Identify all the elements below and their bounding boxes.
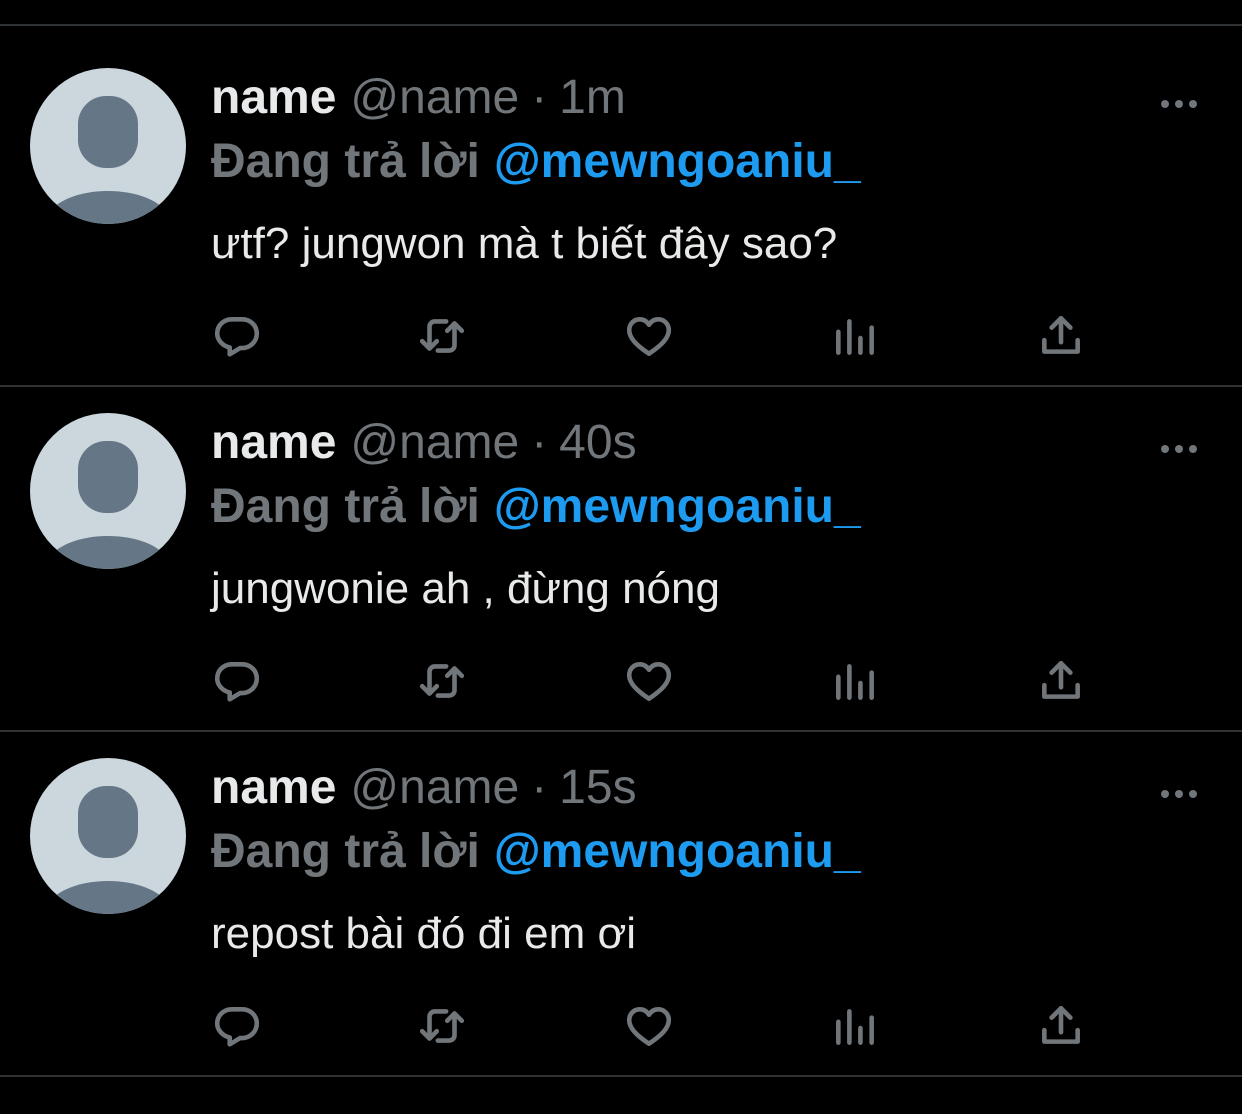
reply-icon xyxy=(214,662,260,702)
retweet-button[interactable] xyxy=(412,651,472,711)
reply-prefix: Đang trả lời xyxy=(211,825,480,878)
replying-to: Đang trả lời @mewngoaniu_ xyxy=(211,132,861,192)
share-icon xyxy=(1042,661,1080,699)
heart-icon xyxy=(626,662,672,701)
heart-icon xyxy=(626,317,672,356)
default-avatar-icon xyxy=(44,441,172,569)
display-name[interactable]: name xyxy=(211,761,336,814)
tweet-divider xyxy=(0,1075,1242,1077)
retweet-icon xyxy=(419,319,465,353)
display-name[interactable]: name xyxy=(211,416,336,469)
share-icon xyxy=(1042,1006,1080,1044)
tweet-text: jungwonie ah , đừng nóng xyxy=(211,564,720,613)
reply-icon xyxy=(214,317,260,357)
views-button[interactable] xyxy=(825,651,885,711)
timestamp[interactable]: 40s xyxy=(559,416,636,469)
avatar[interactable] xyxy=(30,758,186,914)
share-icon xyxy=(1042,316,1080,354)
reply-prefix: Đang trả lời xyxy=(211,480,480,533)
retweet-icon xyxy=(419,664,465,698)
tweet-item[interactable]: name @name · 40s Đang trả lời @mewngoaniu_ j… xyxy=(0,371,1242,715)
analytics-icon xyxy=(836,319,874,355)
share-button[interactable] xyxy=(1031,306,1091,366)
more-button[interactable] xyxy=(1154,94,1204,114)
views-button[interactable] xyxy=(825,996,885,1056)
tweet-item[interactable]: name @name · 15s Đang trả lời @mewngoaniu_ r… xyxy=(0,716,1242,1060)
more-icon xyxy=(1161,445,1197,453)
action-bar xyxy=(0,306,1242,366)
reply-mention-link[interactable]: @mewngoaniu_ xyxy=(494,135,861,188)
user-handle[interactable]: @name xyxy=(350,71,519,124)
user-handle[interactable]: @name xyxy=(350,416,519,469)
like-button[interactable] xyxy=(619,996,679,1056)
more-button[interactable] xyxy=(1154,439,1204,459)
display-name[interactable]: name xyxy=(211,71,336,124)
separator-dot: · xyxy=(531,761,548,814)
more-icon xyxy=(1161,790,1197,798)
timestamp[interactable]: 15s xyxy=(559,761,636,814)
avatar[interactable] xyxy=(30,413,186,569)
replying-to: Đang trả lời @mewngoaniu_ xyxy=(211,822,861,882)
tweet-header: name @name · 15s xyxy=(211,758,637,818)
reply-mention-link[interactable]: @mewngoaniu_ xyxy=(494,825,861,878)
more-icon xyxy=(1161,100,1197,108)
tweet-text: repost bài đó đi em ơi xyxy=(211,909,637,958)
reply-button[interactable] xyxy=(207,996,267,1056)
analytics-icon xyxy=(836,1009,874,1045)
avatar[interactable] xyxy=(30,68,186,224)
analytics-icon xyxy=(836,664,874,700)
user-handle[interactable]: @name xyxy=(350,761,519,814)
reply-icon xyxy=(214,1007,260,1047)
tweet-text: ưtf? jungwon mà t biết đây sao? xyxy=(211,219,838,268)
default-avatar-icon xyxy=(44,786,172,914)
separator-dot: · xyxy=(531,416,548,469)
like-button[interactable] xyxy=(619,306,679,366)
retweet-icon xyxy=(419,1009,465,1043)
retweet-button[interactable] xyxy=(412,996,472,1056)
tweet-header: name @name · 40s xyxy=(211,413,637,473)
reply-button[interactable] xyxy=(207,306,267,366)
reply-button[interactable] xyxy=(207,651,267,711)
like-button[interactable] xyxy=(619,651,679,711)
reply-prefix: Đang trả lời xyxy=(211,135,480,188)
views-button[interactable] xyxy=(825,306,885,366)
share-button[interactable] xyxy=(1031,651,1091,711)
tweet-item[interactable]: name @name · 1m Đang trả lời @mewngoaniu_ ưt… xyxy=(0,26,1242,370)
separator-dot: · xyxy=(531,71,548,124)
default-avatar-icon xyxy=(44,96,172,224)
timestamp[interactable]: 1m xyxy=(559,71,626,124)
share-button[interactable] xyxy=(1031,996,1091,1056)
action-bar xyxy=(0,651,1242,711)
retweet-button[interactable] xyxy=(412,306,472,366)
tweet-header: name @name · 1m xyxy=(211,68,626,128)
more-button[interactable] xyxy=(1154,784,1204,804)
reply-mention-link[interactable]: @mewngoaniu_ xyxy=(494,480,861,533)
replying-to: Đang trả lời @mewngoaniu_ xyxy=(211,477,861,537)
action-bar xyxy=(0,996,1242,1056)
heart-icon xyxy=(626,1007,672,1046)
